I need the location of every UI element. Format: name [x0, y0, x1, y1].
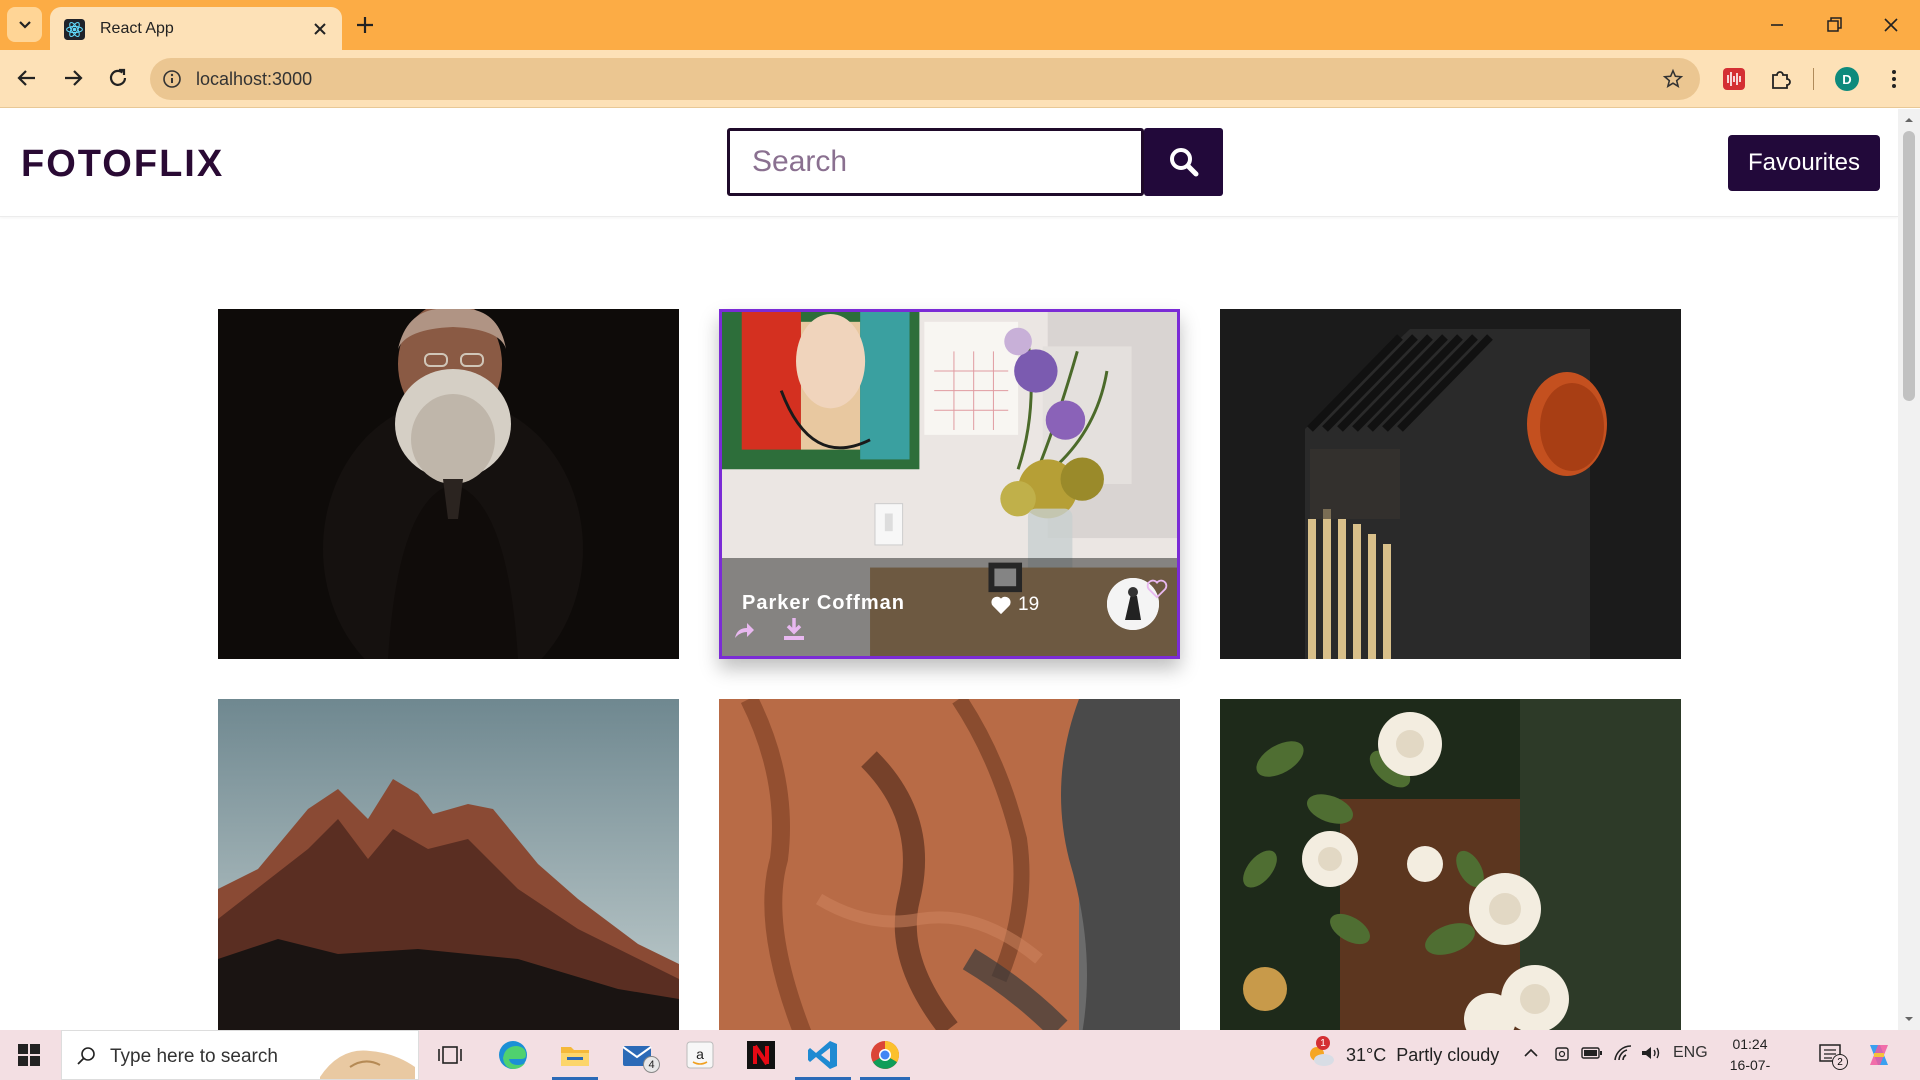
tab-search-button[interactable] [7, 7, 42, 42]
windows-start-icon[interactable] [18, 1044, 40, 1066]
chevron-down-icon [18, 20, 31, 29]
chrome-icon[interactable] [867, 1038, 903, 1072]
weather-widget[interactable]: 1 31°C Partly cloudy [1306, 1036, 1500, 1068]
weather-text: 31°C Partly cloudy [1346, 1044, 1500, 1065]
url-text: localhost:3000 [196, 69, 313, 89]
weather-badge: 1 [1316, 1036, 1330, 1050]
search-highlight-illustration [320, 1050, 415, 1079]
site-logo[interactable]: FOTOFLIX [21, 143, 224, 186]
photo-card[interactable] [1220, 309, 1681, 659]
taskbar-search-box[interactable]: Type here to search [61, 1030, 419, 1080]
site-header: FOTOFLIX Favourites [0, 109, 1898, 217]
toolbar-divider [1813, 68, 1814, 90]
volume-icon[interactable] [1640, 1044, 1662, 1062]
page-scrollbar[interactable] [1898, 109, 1920, 1030]
profile-avatar[interactable]: D [1835, 67, 1859, 91]
close-tab-icon[interactable] [310, 19, 330, 39]
bookmark-star-icon[interactable] [1662, 68, 1684, 90]
system-clock[interactable]: 01:24 16-07-2024 [1715, 1034, 1785, 1080]
netflix-icon[interactable] [743, 1038, 779, 1072]
address-bar[interactable]: localhost:3000 [150, 58, 1700, 100]
taskbar-search-placeholder: Type here to search [110, 1046, 278, 1067]
browser-tab[interactable]: React App [50, 7, 342, 50]
favourite-heart-icon[interactable] [1146, 578, 1168, 600]
mountain-photo [218, 699, 679, 1030]
vscode-icon[interactable] [805, 1038, 841, 1072]
share-icon[interactable] [732, 618, 756, 642]
search-box [727, 128, 1144, 196]
meet-now-icon[interactable] [1553, 1044, 1571, 1064]
forward-arrow-icon[interactable] [60, 65, 86, 91]
scroll-up-arrow-icon[interactable] [1904, 115, 1914, 125]
wifi-icon[interactable] [1613, 1044, 1633, 1062]
back-arrow-icon[interactable] [14, 65, 40, 91]
task-view-icon[interactable] [432, 1038, 468, 1072]
weather-icon: 1 [1306, 1036, 1336, 1068]
search-icon [77, 1047, 95, 1065]
page-viewport: FOTOFLIX Favourites [0, 109, 1898, 1030]
battery-icon[interactable] [1581, 1044, 1603, 1062]
abstract-3d-photo [1220, 309, 1681, 659]
photo-card-hovered[interactable]: Parker Coffman 19 [719, 309, 1180, 659]
scrollbar-thumb[interactable] [1903, 131, 1915, 401]
download-icon[interactable] [782, 616, 806, 642]
browser-toolbar: localhost:3000 D [0, 50, 1920, 108]
photo-card[interactable] [218, 699, 679, 1030]
svg-text:a: a [696, 1046, 704, 1062]
menu-kebab-icon[interactable] [1881, 66, 1907, 92]
favourites-button[interactable]: Favourites [1728, 135, 1880, 191]
search-input[interactable] [730, 131, 1141, 193]
mail-app[interactable]: 4 [620, 1038, 660, 1073]
dunes-photo [719, 699, 1180, 1030]
photo-card[interactable] [719, 699, 1180, 1030]
audio-extension-icon[interactable] [1721, 66, 1747, 92]
reload-icon[interactable] [105, 65, 131, 91]
extensions-puzzle-icon[interactable] [1768, 66, 1794, 92]
photo-info-overlay: Parker Coffman 19 [722, 558, 1177, 656]
language-indicator[interactable]: ENG [1673, 1044, 1708, 1062]
restore-icon[interactable] [1821, 12, 1847, 38]
close-window-icon[interactable] [1878, 12, 1904, 38]
portrait-photo [218, 309, 679, 659]
copilot-icon[interactable] [1864, 1041, 1894, 1069]
roses-photo [1220, 699, 1681, 1030]
clock-time: 01:24 [1732, 1036, 1768, 1052]
likes-value: 19 [1018, 594, 1040, 615]
heart-icon [991, 596, 1011, 615]
notification-center[interactable]: 2 [1818, 1042, 1848, 1070]
mail-badge: 4 [643, 1056, 660, 1073]
tab-title: React App [100, 20, 174, 37]
chevron-up-icon[interactable] [1522, 1044, 1540, 1062]
file-explorer-icon[interactable] [557, 1038, 593, 1072]
amazon-icon[interactable]: a [682, 1038, 718, 1072]
photo-card[interactable] [218, 309, 679, 659]
react-icon [64, 19, 85, 40]
new-tab-icon[interactable] [353, 13, 377, 37]
search-icon [1169, 148, 1198, 177]
browser-tab-bar: React App [0, 0, 1920, 50]
likes-count: 19 [990, 594, 1039, 616]
search-button[interactable] [1144, 128, 1223, 196]
author-name: Parker Coffman [742, 592, 905, 614]
scroll-down-arrow-icon[interactable] [1904, 1014, 1914, 1024]
edge-icon[interactable] [495, 1038, 531, 1072]
photo-card[interactable] [1220, 699, 1681, 1030]
clock-date: 16-07-2024 [1729, 1057, 1771, 1080]
site-info-icon[interactable] [162, 69, 182, 89]
windows-taskbar: Type here to search 4 a 1 31°C Partly cl… [0, 1030, 1920, 1080]
notification-count: 2 [1832, 1054, 1848, 1070]
minimize-icon[interactable] [1764, 12, 1790, 38]
